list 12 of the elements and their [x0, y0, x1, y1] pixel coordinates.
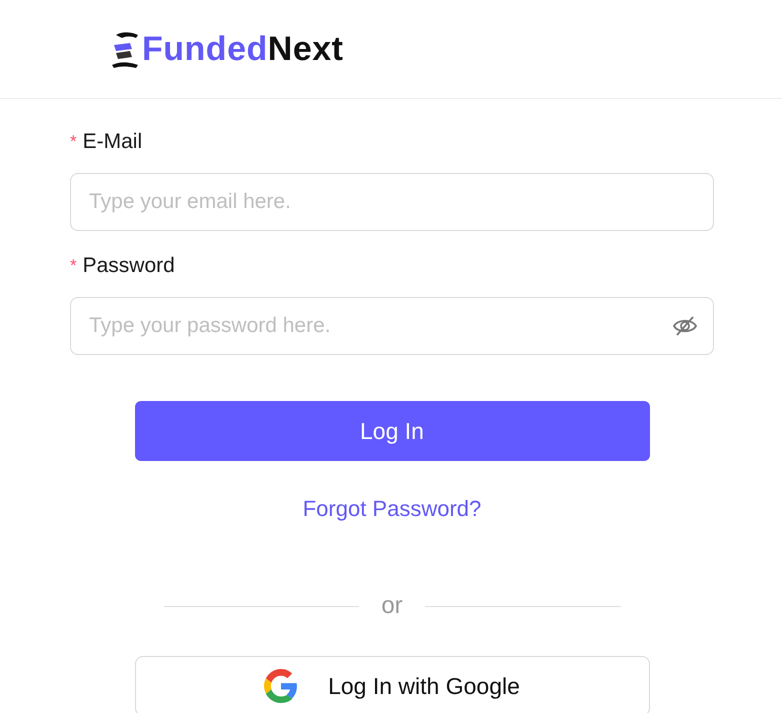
logo-text: FundedNext: [142, 30, 344, 68]
divider-text: or: [381, 592, 403, 620]
field-label: Password: [82, 254, 175, 278]
required-mark: *: [70, 132, 77, 152]
google-login-button[interactable]: Log In with Google: [134, 656, 650, 713]
google-icon: [264, 669, 298, 703]
email-field[interactable]: Type your email here.: [70, 173, 714, 231]
field-label: E-Mail: [82, 130, 142, 154]
forgot-password-link[interactable]: Forgot Password?: [302, 496, 482, 522]
login-button[interactable]: Log In: [134, 401, 650, 461]
password-field[interactable]: Type your password here.: [70, 297, 714, 355]
required-mark: *: [70, 256, 77, 276]
